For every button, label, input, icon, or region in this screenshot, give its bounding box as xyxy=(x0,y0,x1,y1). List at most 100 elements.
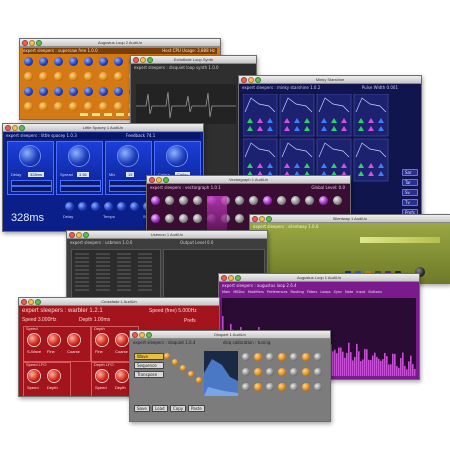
knob[interactable] xyxy=(69,72,78,81)
knob[interactable] xyxy=(242,368,250,376)
tab-routing[interactable]: Routing xyxy=(290,290,303,296)
knob[interactable] xyxy=(172,359,178,365)
knob[interactable] xyxy=(179,196,188,205)
parameter-value[interactable]: 15 xyxy=(126,172,135,177)
side-button[interactable]: Sar xyxy=(402,169,418,176)
knob[interactable] xyxy=(69,87,78,96)
footer-button[interactable]: Save xyxy=(134,405,150,412)
knob[interactable] xyxy=(235,196,244,205)
knob[interactable] xyxy=(180,365,186,371)
knob[interactable] xyxy=(266,383,274,391)
knob[interactable] xyxy=(263,196,272,205)
knob[interactable] xyxy=(302,368,310,376)
footer-button[interactable]: Paste xyxy=(188,405,205,412)
knob[interactable] xyxy=(290,368,298,376)
usbmon-titlebar[interactable]: Usbmon 1 AudiUn xyxy=(67,231,267,239)
mode-button[interactable]: Wave xyxy=(134,353,164,360)
knob[interactable] xyxy=(114,72,123,81)
knob[interactable] xyxy=(151,214,160,223)
knob[interactable] xyxy=(84,72,93,81)
knob[interactable] xyxy=(69,102,78,111)
knob[interactable] xyxy=(305,196,314,205)
little-spacey-titlebar[interactable]: Little Spacey 1 AudiUn xyxy=(3,124,203,132)
knob[interactable] xyxy=(54,72,63,81)
knob[interactable] xyxy=(193,196,202,205)
disquiet-titlebar[interactable]: Disquiet 1 AudiUn xyxy=(130,331,330,339)
parameter-knob[interactable] xyxy=(167,146,187,166)
knob[interactable] xyxy=(266,368,274,376)
knob[interactable] xyxy=(116,370,128,382)
knob[interactable] xyxy=(165,196,174,205)
slider-track[interactable] xyxy=(109,186,150,192)
knob[interactable] xyxy=(278,383,286,391)
knob[interactable] xyxy=(314,368,322,376)
tab-midisc[interactable]: MIDIsc xyxy=(233,290,245,296)
knob[interactable] xyxy=(114,57,123,66)
vectorgraph-titlebar[interactable]: Vectorgraph 1 AudiUn xyxy=(147,176,350,184)
knob[interactable] xyxy=(28,370,40,382)
side-button[interactable]: Sv xyxy=(402,189,418,196)
slider-track[interactable] xyxy=(60,186,101,192)
tab-input[interactable]: Input xyxy=(356,290,365,296)
knob[interactable] xyxy=(290,383,298,391)
depth-value[interactable]: 1.00ms xyxy=(94,317,110,323)
knob[interactable] xyxy=(91,202,100,211)
silentway-titlebar[interactable]: Silentway 1 AudiUn xyxy=(250,215,450,223)
minky-titlebar[interactable]: Minky Starshine xyxy=(239,76,421,84)
knob[interactable] xyxy=(99,102,108,111)
knob[interactable] xyxy=(24,102,33,111)
knob[interactable] xyxy=(151,196,160,205)
tab-modifiers[interactable]: Modifiers xyxy=(248,290,264,296)
tab-filters[interactable]: Filters xyxy=(307,290,318,296)
knob[interactable] xyxy=(84,57,93,66)
parameter-knob[interactable] xyxy=(20,146,40,166)
slider-track[interactable] xyxy=(11,186,52,192)
knob[interactable] xyxy=(165,214,174,223)
knob[interactable] xyxy=(54,57,63,66)
tab-sync[interactable]: Sync xyxy=(334,290,342,296)
pulse-width-value[interactable]: 0.001 xyxy=(387,85,398,90)
side-button[interactable]: Tv xyxy=(402,199,418,206)
knob[interactable] xyxy=(333,196,342,205)
knob[interactable] xyxy=(39,102,48,111)
knob[interactable] xyxy=(84,87,93,96)
knob[interactable] xyxy=(242,383,250,391)
knob[interactable] xyxy=(179,214,188,223)
knob[interactable] xyxy=(266,353,274,361)
knob[interactable] xyxy=(193,214,202,223)
knob[interactable] xyxy=(96,370,108,382)
knob[interactable] xyxy=(242,353,250,361)
knob[interactable] xyxy=(290,353,298,361)
speed-free-value[interactable]: 5.000Hz xyxy=(178,308,197,314)
knob[interactable] xyxy=(99,72,108,81)
knob[interactable] xyxy=(188,371,194,377)
footer-button[interactable]: Load xyxy=(152,405,168,412)
knob[interactable] xyxy=(319,196,328,205)
knob[interactable] xyxy=(69,57,78,66)
mode-button[interactable]: Sequence xyxy=(134,362,164,369)
mode-button[interactable]: Transpose xyxy=(134,371,164,378)
supersaw-titlebar[interactable]: Augustus Loop 2 AudiUn xyxy=(20,39,220,47)
warbler-titlebar[interactable]: Crossfade 1 AudiUn xyxy=(19,298,219,306)
footer-button[interactable]: Copy xyxy=(170,405,187,412)
tab-buttons[interactable]: Buttons xyxy=(368,290,382,296)
knob[interactable] xyxy=(235,214,244,223)
feedback-value[interactable]: 74.1 xyxy=(146,133,155,138)
knob[interactable] xyxy=(278,368,286,376)
knob[interactable] xyxy=(117,202,126,211)
knob[interactable] xyxy=(28,334,40,346)
knob[interactable] xyxy=(314,383,322,391)
knob[interactable] xyxy=(24,72,33,81)
knob[interactable] xyxy=(99,57,108,66)
knob[interactable] xyxy=(278,353,286,361)
knob[interactable] xyxy=(65,202,74,211)
tab-loops[interactable]: Loops xyxy=(320,290,330,296)
side-button[interactable]: Tar xyxy=(402,179,418,186)
parameter-knob[interactable] xyxy=(118,146,138,166)
knob[interactable] xyxy=(114,102,123,111)
tab-note[interactable]: Note xyxy=(345,290,353,296)
tab-main[interactable]: Main xyxy=(222,290,230,296)
knob[interactable] xyxy=(277,196,286,205)
parameter-knob[interactable] xyxy=(69,146,89,166)
knob[interactable] xyxy=(254,368,262,376)
